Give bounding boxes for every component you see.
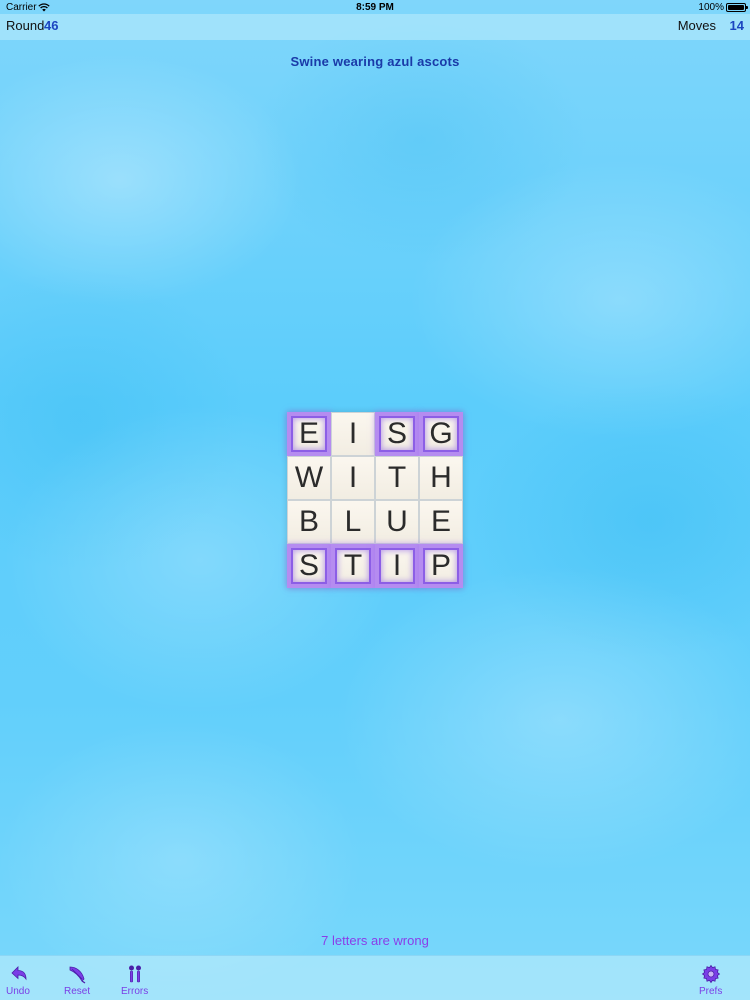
status-bar: Carrier 8:59 PM 100% (0, 0, 750, 14)
letter-tile[interactable]: T (375, 456, 419, 500)
prefs-label: Prefs (699, 986, 723, 997)
letter-tile[interactable]: G (419, 412, 463, 456)
battery-icon (726, 3, 748, 12)
puzzle-clue: Swine wearing azul ascots (290, 54, 460, 69)
letter-tile[interactable]: S (375, 412, 419, 456)
letter-tile[interactable]: T (331, 544, 375, 588)
bottom-toolbar: Undo Reset Errors Prefs (0, 955, 750, 1000)
errors-icon (128, 965, 141, 983)
letter-tile[interactable]: B (287, 500, 331, 544)
round-label: Round (6, 18, 45, 33)
reset-feather-icon (69, 966, 86, 984)
game-header: Round 46 Moves 14 (0, 14, 750, 40)
letter-tile[interactable]: I (331, 412, 375, 456)
prefs-button[interactable]: Prefs (699, 964, 722, 997)
letter-tile[interactable]: E (419, 500, 463, 544)
round-value: 46 (44, 18, 59, 33)
wrong-letters-message: 7 letters are wrong (321, 933, 429, 948)
errors-button[interactable]: Errors (121, 964, 148, 997)
letter-tile[interactable]: H (419, 456, 463, 500)
letter-tile[interactable]: S (287, 544, 331, 588)
battery-percent: 100% (698, 2, 724, 13)
letter-tile[interactable]: E (287, 412, 331, 456)
undo-label: Undo (6, 986, 30, 997)
errors-label: Errors (121, 986, 149, 997)
letter-board: EISGWITHBLUESTIP (287, 412, 463, 588)
moves-label: Moves (677, 18, 716, 33)
letter-tile[interactable]: I (331, 456, 375, 500)
letter-tile[interactable]: I (375, 544, 419, 588)
reset-button[interactable]: Reset (64, 964, 90, 997)
letter-tile[interactable]: P (419, 544, 463, 588)
reset-label: Reset (64, 986, 91, 997)
gear-icon (701, 964, 720, 984)
undo-button[interactable]: Undo (6, 964, 30, 997)
moves-value: 14 (729, 18, 744, 33)
undo-arrow-icon (11, 966, 27, 981)
clock: 8:59 PM (356, 2, 394, 13)
letter-tile[interactable]: U (375, 500, 419, 544)
letter-tile[interactable]: L (331, 500, 375, 544)
letter-tile[interactable]: W (287, 456, 331, 500)
